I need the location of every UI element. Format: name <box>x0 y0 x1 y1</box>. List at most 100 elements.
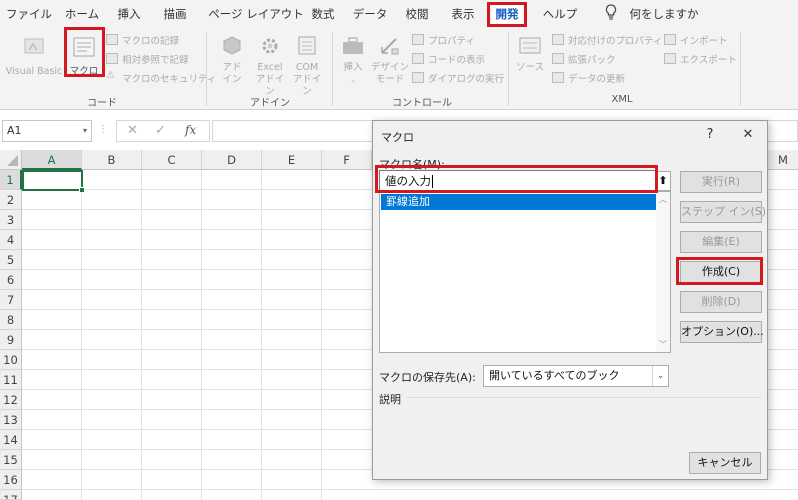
visual-basic-button[interactable]: Visual Basic <box>4 36 64 78</box>
macro-list[interactable]: 罫線追加 ︿ ﹀ <box>379 191 671 353</box>
upload-arrow-icon[interactable]: ⬆ <box>655 171 671 191</box>
column-header-a[interactable]: A <box>22 150 82 170</box>
tell-me-search[interactable]: 何をしますか <box>626 4 702 24</box>
chevron-down-icon[interactable]: ▾ <box>83 121 87 141</box>
insert-control-label: 挿入 <box>343 62 363 73</box>
scroll-down-icon[interactable]: ﹀ <box>658 339 668 350</box>
column-header-d[interactable]: D <box>202 150 262 170</box>
row-header[interactable]: 6 <box>0 270 22 290</box>
row-header[interactable]: 10 <box>0 350 22 370</box>
help-button[interactable]: ? <box>701 125 719 145</box>
com-addin-button[interactable]: COM アドイン <box>290 34 324 98</box>
row-header[interactable]: 15 <box>0 450 22 470</box>
com-addin-label: COM アドイン <box>292 62 322 97</box>
addin-group-label: アドイン <box>250 98 290 109</box>
group-separator <box>206 32 207 106</box>
fx-icon[interactable]: fx <box>185 123 196 137</box>
tab-page-layout[interactable]: ページ レイアウト <box>206 4 306 24</box>
macro-button[interactable]: マクロ <box>68 36 100 78</box>
xml-source-button[interactable]: ソース <box>514 34 546 74</box>
list-item-selected[interactable]: 罫線追加 <box>381 194 657 210</box>
refresh-data-icon <box>552 72 564 83</box>
group-separator <box>332 32 333 106</box>
properties-button[interactable]: プロパティ <box>428 33 475 47</box>
grid-line <box>81 170 82 500</box>
options-button[interactable]: オプション(O)... <box>680 321 764 343</box>
scroll-up-icon[interactable]: ︿ <box>658 194 668 205</box>
store-location-label: マクロの保存先(A): <box>379 371 476 384</box>
row-header[interactable]: 7 <box>0 290 22 310</box>
map-properties-button[interactable]: 対応付けのプロパティ <box>568 33 662 47</box>
export-button[interactable]: エクスポート <box>680 52 737 66</box>
close-button[interactable]: ✕ <box>737 125 759 145</box>
delete-button[interactable]: 削除(D) <box>680 291 762 313</box>
excel-addin-button[interactable]: Excel アドイン <box>252 34 288 98</box>
tab-review[interactable]: 校閲 <box>402 4 432 24</box>
insert-control-button[interactable]: 挿入 ⌄ <box>338 34 368 86</box>
edit-button[interactable]: 編集(E) <box>680 231 762 253</box>
cancel-icon[interactable]: ✕ <box>127 123 138 138</box>
view-code-button[interactable]: コードの表示 <box>428 52 485 66</box>
active-cell-a1[interactable] <box>22 170 85 193</box>
design-mode-icon <box>381 38 399 55</box>
row-header[interactable]: 5 <box>0 250 22 270</box>
row-header[interactable]: 17 <box>0 490 22 500</box>
macro-security-button[interactable]: マクロのセキュリティ <box>122 71 216 85</box>
relative-ref-icon <box>106 53 118 64</box>
excel-addin-label: Excel アドイン <box>255 62 285 97</box>
export-icon <box>664 53 676 64</box>
row-header[interactable]: 3 <box>0 210 22 230</box>
column-header-b[interactable]: B <box>82 150 142 170</box>
row-header[interactable]: 4 <box>0 230 22 250</box>
row-header-1[interactable]: 1 <box>0 170 22 190</box>
column-header-e[interactable]: E <box>262 150 322 170</box>
row-header[interactable]: 11 <box>0 370 22 390</box>
row-header[interactable]: 14 <box>0 430 22 450</box>
create-button[interactable]: 作成(C) <box>680 261 762 283</box>
column-header-f[interactable]: F <box>322 150 372 170</box>
store-location-select[interactable]: 開いているすべてのブック ⌄ <box>483 365 669 387</box>
cancel-button[interactable]: キャンセル <box>689 452 761 474</box>
fill-handle[interactable] <box>79 187 85 193</box>
tab-help[interactable]: ヘルプ <box>540 4 580 24</box>
import-button[interactable]: インポート <box>680 33 728 47</box>
grid-line <box>201 170 202 500</box>
tab-file[interactable]: ファイル <box>6 4 52 24</box>
column-header-m[interactable]: M <box>768 150 798 170</box>
row-header[interactable]: 2 <box>0 190 22 210</box>
addin-button[interactable]: アド イン <box>216 34 248 86</box>
row-header[interactable]: 13 <box>0 410 22 430</box>
drag-handle-icon[interactable]: ⋮ <box>98 124 108 135</box>
refresh-data-button[interactable]: データの更新 <box>568 71 625 85</box>
view-code-icon <box>412 53 424 64</box>
chevron-down-icon[interactable]: ⌄ <box>652 366 668 386</box>
relative-ref-button[interactable]: 相対参照で記録 <box>122 52 189 66</box>
tab-view[interactable]: 表示 <box>448 4 478 24</box>
tab-data[interactable]: データ <box>352 4 388 24</box>
tab-home[interactable]: ホーム <box>62 4 102 24</box>
select-all-corner[interactable] <box>0 150 22 170</box>
row-header[interactable]: 8 <box>0 310 22 330</box>
row-header[interactable]: 9 <box>0 330 22 350</box>
checkmark-icon[interactable]: ✓ <box>155 123 166 138</box>
addin-label: アド イン <box>222 62 242 85</box>
tab-insert[interactable]: 挿入 <box>114 4 144 24</box>
store-location-value: 開いているすべてのブック <box>489 369 620 382</box>
name-box[interactable]: A1 ▾ <box>2 120 92 142</box>
tab-developer[interactable]: 開発 <box>492 4 522 24</box>
design-mode-button[interactable]: デザイン モード <box>370 34 410 86</box>
tab-formulas[interactable]: 数式 <box>308 4 338 24</box>
macro-name-input[interactable]: 値の入力 <box>379 170 657 192</box>
expansion-packs-button[interactable]: 拡張パック <box>568 52 616 66</box>
run-button[interactable]: 実行(R) <box>680 171 762 193</box>
tab-draw[interactable]: 描画 <box>160 4 190 24</box>
grid-line <box>261 170 262 500</box>
row-header[interactable]: 12 <box>0 390 22 410</box>
addin-icon <box>223 36 241 55</box>
list-scrollbar[interactable]: ︿ ﹀ <box>656 192 670 352</box>
run-dialog-button[interactable]: ダイアログの実行 <box>428 71 504 85</box>
row-header[interactable]: 16 <box>0 470 22 490</box>
record-macro-button[interactable]: マクロの記録 <box>122 33 179 47</box>
step-in-button[interactable]: ステップ イン(S) <box>680 201 766 223</box>
column-header-c[interactable]: C <box>142 150 202 170</box>
